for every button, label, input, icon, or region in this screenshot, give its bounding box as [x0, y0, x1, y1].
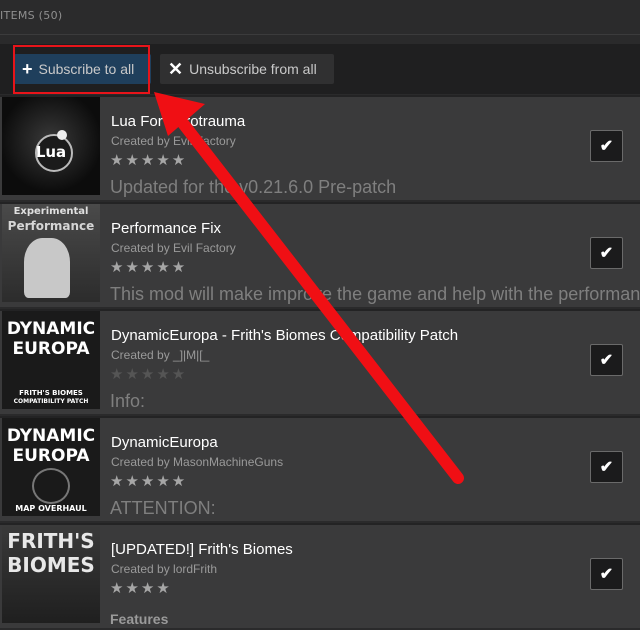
item-description: ATTENTION: [110, 498, 216, 518]
item-description: Features [110, 611, 169, 627]
item-description: This mod will make improve the game and … [110, 284, 640, 304]
item-thumbnail: FRITH'S BIOMES [2, 525, 100, 623]
thumb-text: FRITH'S BIOMES [19, 389, 83, 397]
list-item[interactable]: DYNAMIC EUROPA FRITH'S BIOMES COMPATIBIL… [0, 309, 640, 414]
thumb-text: Performance [7, 219, 95, 233]
subscribed-checkbox[interactable]: ✔ [590, 451, 623, 483]
top-bar: ITEMS (50) [0, 0, 640, 35]
rating-stars: ★★★★★ [110, 473, 188, 490]
item-description: Info: [110, 391, 146, 411]
moon-icon [57, 130, 67, 140]
list-item[interactable]: Experimental Performance Performance Fix… [0, 202, 640, 307]
items-count-label: ITEMS (50) [0, 9, 63, 22]
item-title[interactable]: DynamicEuropa [111, 434, 218, 451]
thumb-text: DYNAMIC [6, 319, 96, 339]
rating-stars: ★★★★★ [110, 366, 188, 383]
thumb-text: EUROPA [12, 446, 90, 466]
thumb-text: MAP OVERHAUL [15, 504, 87, 513]
unsubscribe-all-label: Unsubscribe from all [189, 61, 317, 77]
subscribed-checkbox[interactable]: ✔ [590, 558, 623, 590]
subscribed-checkbox[interactable]: ✔ [590, 344, 623, 376]
list-item[interactable]: FRITH'S BIOMES [UPDATED!] Frith's Biomes… [0, 523, 640, 628]
item-thumbnail: DYNAMIC EUROPA MAP OVERHAUL [2, 418, 100, 516]
close-icon: ✕ [168, 59, 184, 79]
list-item[interactable]: DYNAMIC EUROPA MAP OVERHAUL DynamicEurop… [0, 416, 640, 521]
item-title[interactable]: Performance Fix [111, 220, 221, 237]
rating-stars: ★★★★ [110, 580, 172, 597]
thumb-text: FRITH'S [7, 529, 95, 553]
thumb-text: COMPATIBILITY PATCH [13, 398, 89, 405]
item-description: Updated for the v0.21.6.0 Pre-patch [110, 177, 397, 197]
subscribed-checkbox[interactable]: ✔ [590, 130, 623, 162]
item-author[interactable]: Created by MasonMachineGuns [111, 455, 283, 469]
character-portrait-icon [24, 238, 70, 298]
thumb-text: BIOMES [7, 553, 95, 577]
item-title[interactable]: [UPDATED!] Frith's Biomes [111, 541, 293, 558]
planet-icon [32, 468, 70, 504]
rating-stars: ★★★★★ [110, 152, 188, 169]
thumb-text: EUROPA [12, 339, 90, 359]
item-thumbnail: Experimental Performance [2, 204, 100, 302]
subscribed-checkbox[interactable]: ✔ [590, 237, 623, 269]
thumb-text: Experimental [13, 206, 89, 217]
item-author[interactable]: Created by lordFrith [111, 562, 217, 576]
item-thumbnail: Lua [2, 97, 100, 195]
item-author[interactable]: Created by _]|M|[_ [111, 348, 209, 362]
list-item[interactable]: Lua Lua For Barotrauma Created by Evil F… [0, 95, 640, 200]
thumb-text: DYNAMIC [6, 426, 96, 446]
thumb-text: Lua [35, 143, 67, 161]
item-author[interactable]: Created by Evil Factory [111, 134, 236, 148]
unsubscribe-all-button[interactable]: ✕ Unsubscribe from all [160, 54, 334, 84]
item-thumbnail: DYNAMIC EUROPA FRITH'S BIOMES COMPATIBIL… [2, 311, 100, 409]
item-title[interactable]: Lua For Barotrauma [111, 113, 245, 130]
item-author[interactable]: Created by Evil Factory [111, 241, 236, 255]
rating-stars: ★★★★★ [110, 259, 188, 276]
highlight-box [13, 45, 150, 94]
item-title[interactable]: DynamicEuropa - Frith's Biomes Compatibi… [111, 327, 458, 344]
